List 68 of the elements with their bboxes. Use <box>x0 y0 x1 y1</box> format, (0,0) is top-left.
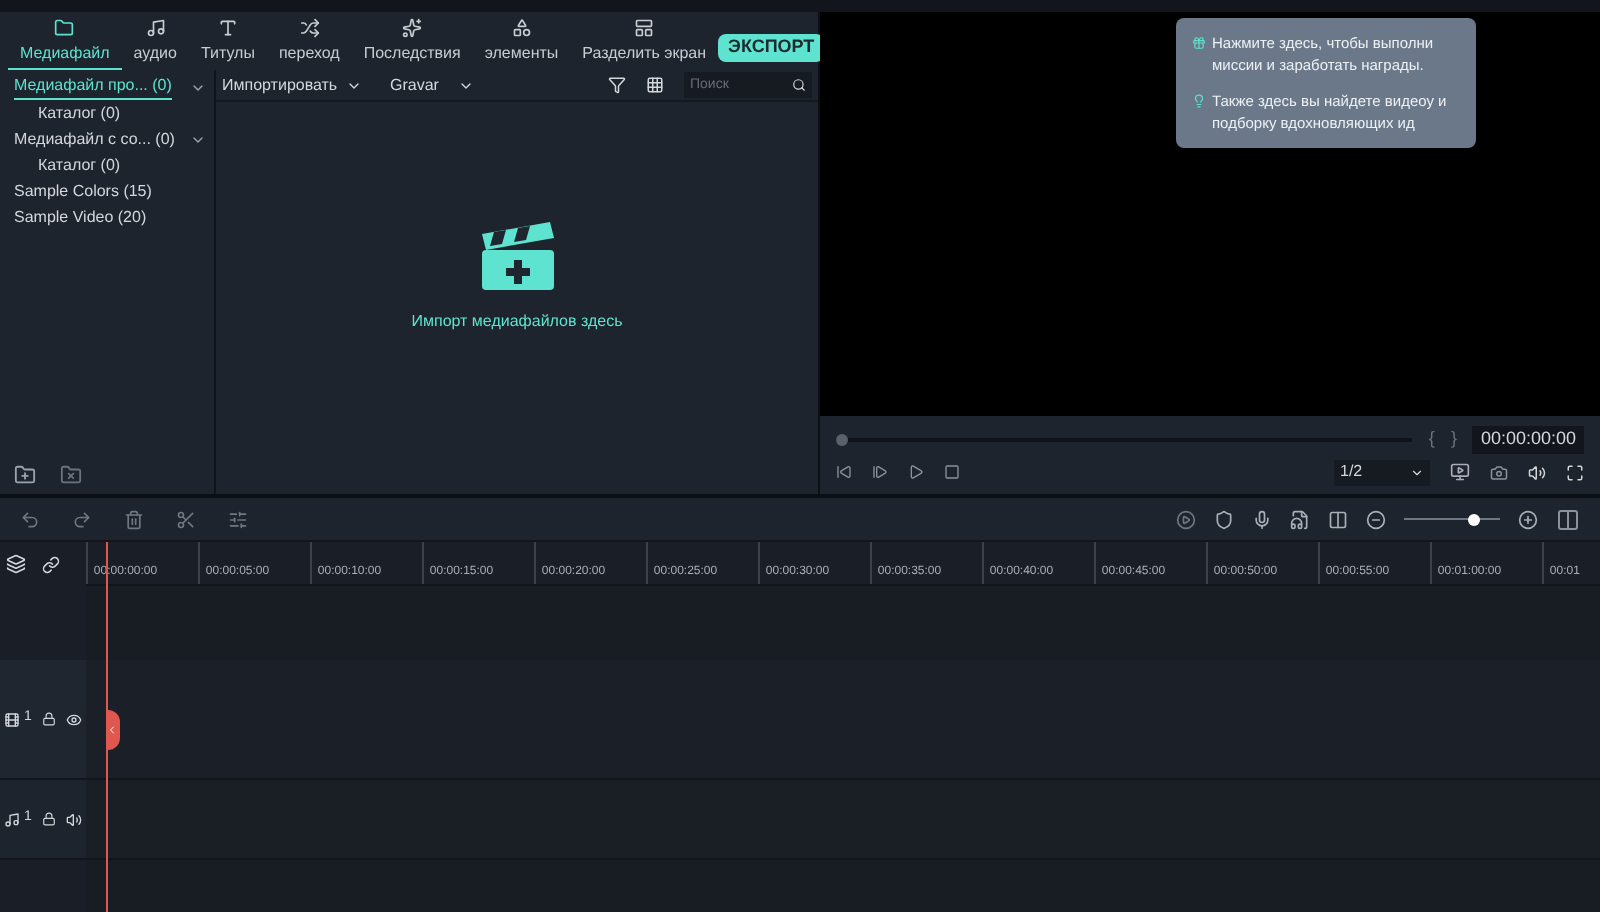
folder-icon <box>54 18 75 38</box>
clapperboard-icon <box>477 222 557 294</box>
next-frame-icon[interactable] <box>872 464 888 480</box>
lock-icon[interactable] <box>41 812 56 826</box>
lightbulb-icon <box>1192 94 1206 108</box>
monitor-icon[interactable] <box>1450 462 1470 482</box>
toolbar-tab[interactable]: Разделить экран <box>570 18 719 70</box>
shuffle-icon <box>299 18 320 38</box>
adjust-icon[interactable] <box>228 509 248 529</box>
delete-icon[interactable] <box>124 509 144 529</box>
stop-icon[interactable] <box>944 464 960 480</box>
play-icon[interactable] <box>908 464 924 480</box>
sidebar-item[interactable]: Каталог (0) <box>38 153 121 177</box>
sidebar-item[interactable]: Sample Video (20) <box>14 205 147 229</box>
zoom-in-icon[interactable] <box>1518 509 1538 529</box>
undo-icon[interactable] <box>20 509 40 529</box>
quality-dropdown[interactable]: 1/2 <box>1334 459 1430 485</box>
audio-mixer-icon[interactable] <box>1290 509 1310 529</box>
new-folder-icon[interactable] <box>14 464 36 486</box>
video-track-icon <box>4 711 20 727</box>
sidebar-item[interactable]: Sample Colors (15) <box>14 179 152 203</box>
delete-folder-icon[interactable] <box>60 464 82 486</box>
add-track-icon[interactable] <box>6 554 26 574</box>
panel-toggle-icon[interactable] <box>1556 507 1580 531</box>
redo-icon[interactable] <box>72 509 92 529</box>
audio-track-icon <box>4 811 20 827</box>
fullscreen-icon[interactable] <box>1566 463 1584 481</box>
volume-icon[interactable] <box>1528 463 1546 481</box>
progress-thumb[interactable] <box>836 433 848 445</box>
text-icon <box>217 18 238 38</box>
chevron-icon <box>1410 465 1424 479</box>
lock-icon[interactable] <box>41 712 56 726</box>
zoom-out-icon[interactable] <box>1366 509 1386 529</box>
visibility-icon[interactable] <box>65 711 82 727</box>
gift-icon <box>1192 36 1206 50</box>
zoom-slider[interactable] <box>1404 513 1500 525</box>
toolbar-tab[interactable]: аудио <box>121 18 189 70</box>
playhead-handle[interactable] <box>106 710 120 750</box>
toolbar-tab[interactable]: Последствия <box>351 18 473 70</box>
split-view-icon[interactable] <box>1328 509 1348 529</box>
render-icon[interactable] <box>1176 509 1196 529</box>
link-icon[interactable] <box>42 555 60 573</box>
marker-icon[interactable] <box>1214 509 1234 529</box>
snapshot-icon[interactable] <box>1490 463 1508 481</box>
layout-icon <box>634 18 655 38</box>
music-icon <box>145 18 166 38</box>
split-icon[interactable] <box>176 509 196 529</box>
toolbar-tab[interactable]: Титулы <box>188 18 267 70</box>
record-dropdown[interactable]: Gravar <box>390 73 475 97</box>
mute-icon[interactable] <box>65 811 82 827</box>
search-icon[interactable] <box>792 78 806 92</box>
grid-view-icon[interactable] <box>646 76 664 94</box>
toolbar-tab[interactable]: элементы <box>472 18 571 70</box>
previous-frame-icon[interactable] <box>836 464 852 480</box>
import-hint: Импорт медиафайлов здесь <box>411 310 623 334</box>
sidebar-item[interactable]: Медиафайл с со... (0) <box>14 127 175 151</box>
sidebar-item[interactable]: Каталог (0) <box>38 101 121 125</box>
zoom-thumb[interactable] <box>1467 513 1480 525</box>
microphone-icon[interactable] <box>1252 509 1272 529</box>
sidebar-item[interactable]: Медиафайл про... (0) <box>14 74 172 100</box>
export-button[interactable]: ЭКСПОРТ <box>718 34 825 62</box>
import-dropdown[interactable]: Импортировать <box>222 73 382 97</box>
sparkle-icon <box>402 18 423 38</box>
toolbar-tab[interactable]: переход <box>266 18 352 70</box>
toolbar-tab[interactable]: Медиафайл <box>8 18 122 70</box>
shapes-icon <box>511 18 532 38</box>
timecode: 00:00:00:00 <box>1472 425 1584 453</box>
filter-icon[interactable] <box>608 76 626 94</box>
